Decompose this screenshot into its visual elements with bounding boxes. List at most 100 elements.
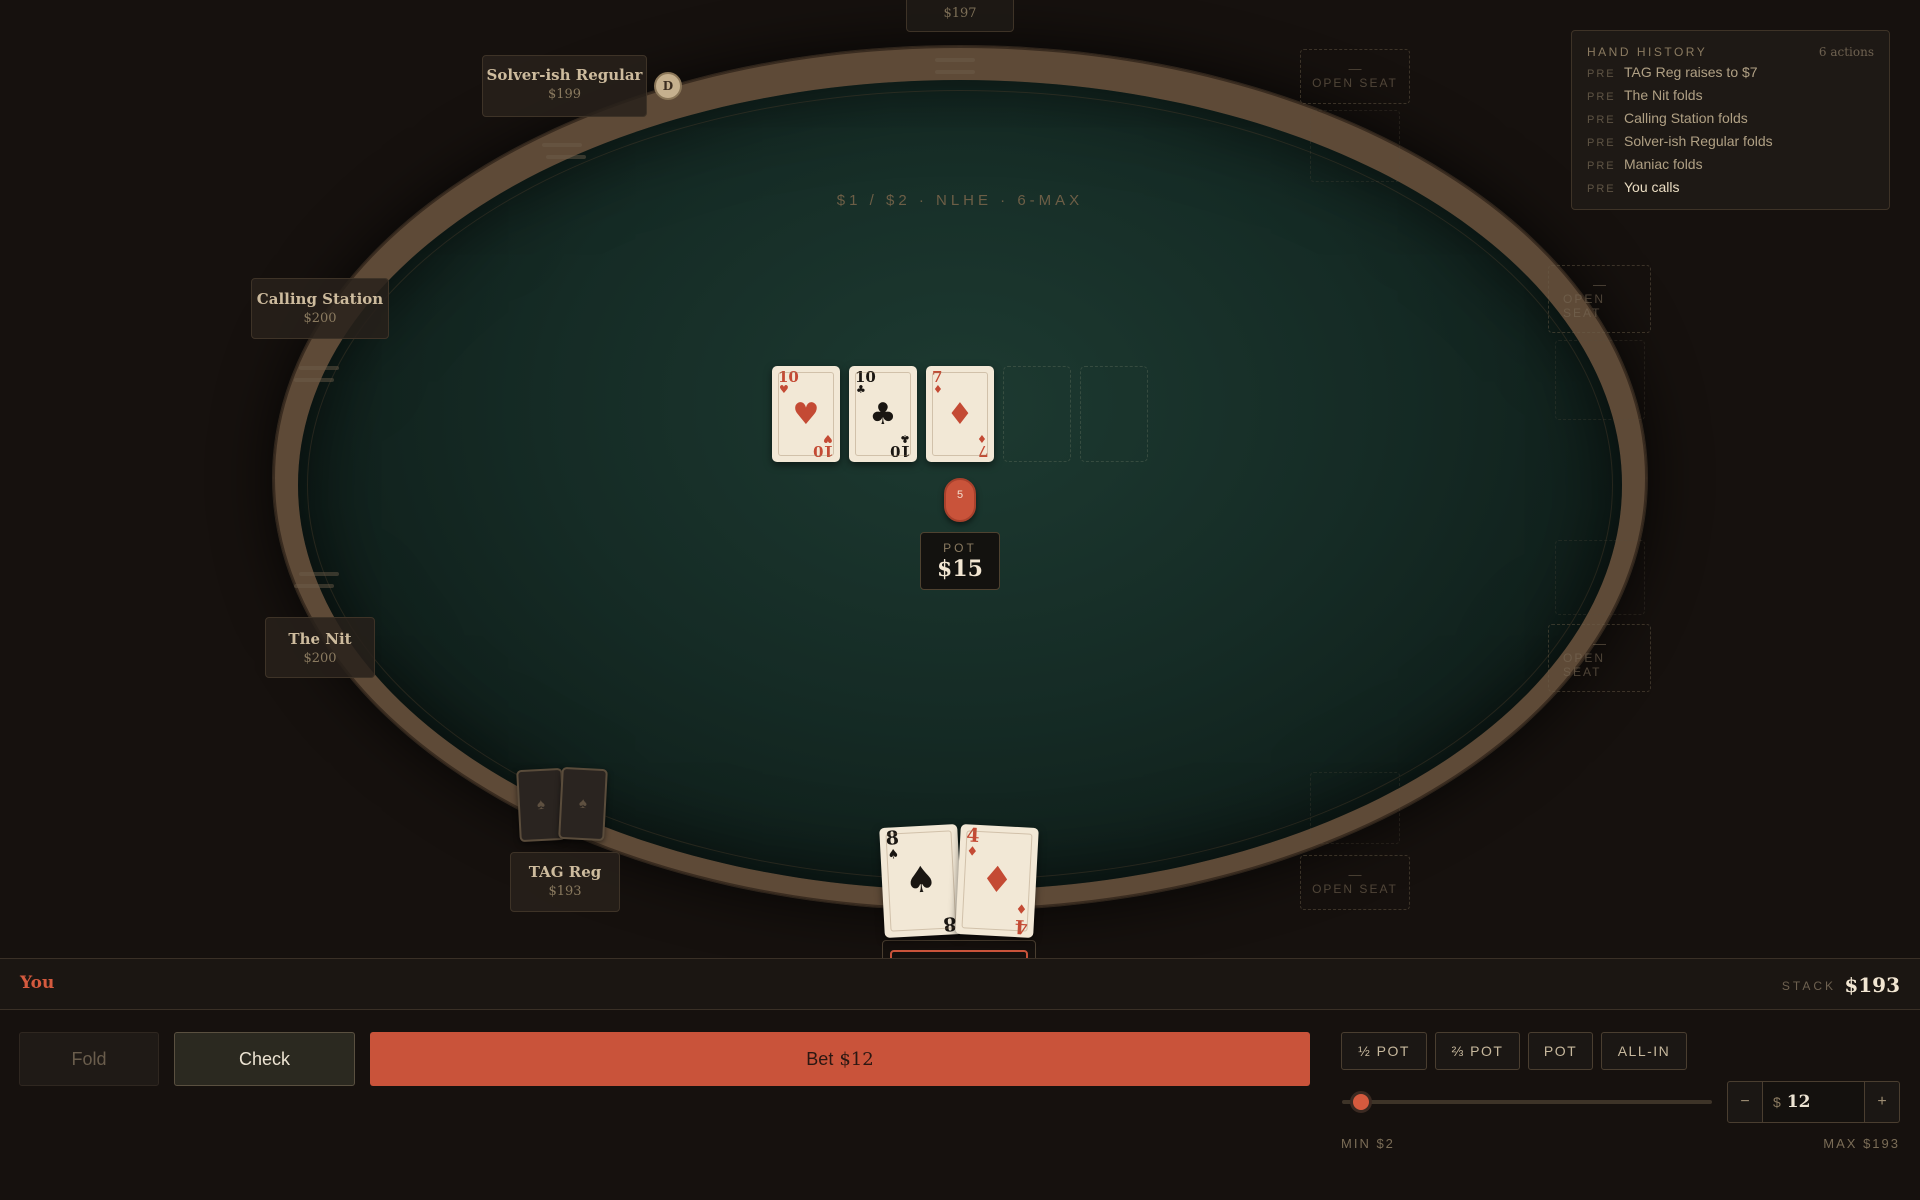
pot-label: POT — [943, 541, 977, 555]
min-bet-label: MIN $2 — [1341, 1136, 1395, 1151]
board-card: 10 ♣ ♣ ♣ 10 — [849, 366, 917, 462]
bet-marker — [299, 572, 339, 576]
seat-the-nit[interactable]: The Nit $200 — [265, 617, 375, 678]
player-stack: $200 — [303, 311, 337, 326]
open-seat-right-upper[interactable]: — OPEN SEAT — [1548, 265, 1651, 333]
hand-history-title: HAND HISTORY — [1587, 45, 1708, 59]
history-text: TAG Reg raises to $7 — [1624, 64, 1758, 80]
community-board: 10 ♥ ♥ ♥ 10 10 ♣ ♣ ♣ 10 7 ♦ ♦ ♦ 7 — [772, 366, 1148, 462]
empty-card-slot — [1080, 366, 1148, 462]
card-rank: 4 — [1013, 914, 1029, 938]
player-stack: $193 — [548, 884, 582, 899]
bet-marker — [299, 366, 339, 370]
board-card: 7 ♦ ♦ ♦ 7 — [926, 366, 994, 462]
player-name: Calling Station — [256, 290, 384, 308]
heart-icon: ♥ — [823, 432, 833, 445]
bet-amount-stepper: − $ + — [1727, 1081, 1900, 1123]
bet-marker — [542, 143, 582, 147]
seat-placeholder — [1555, 340, 1645, 420]
club-icon: ♣ — [856, 383, 866, 396]
history-street: PRE — [1587, 160, 1616, 172]
history-row: PRE Maniac folds — [1587, 156, 1874, 174]
diamond-icon: ♦ — [977, 432, 987, 445]
pot-amount: $15 — [937, 556, 983, 582]
history-street: PRE — [1587, 183, 1616, 195]
all-in-button[interactable]: ALL-IN — [1601, 1032, 1687, 1070]
history-street: PRE — [1587, 91, 1616, 103]
open-seat-dash: — — [1348, 867, 1362, 882]
bet-marker — [546, 155, 586, 159]
bet-amount: $12 — [839, 1049, 874, 1070]
bet-button[interactable]: Bet $12 — [370, 1032, 1310, 1086]
bet-label: Bet — [806, 1049, 834, 1069]
hero-name: You — [20, 973, 55, 993]
history-text: You calls — [1624, 179, 1680, 195]
open-seat-label: SEAT — [1563, 306, 1602, 320]
open-seat-label: OPEN SEAT — [1312, 882, 1398, 896]
heart-icon: ♥ — [792, 397, 820, 432]
board-card: 10 ♥ ♥ ♥ 10 — [772, 366, 840, 462]
heart-icon: ♥ — [779, 383, 789, 396]
history-row: PRE The Nit folds — [1587, 87, 1874, 105]
pot-button[interactable]: POT — [1528, 1032, 1593, 1070]
check-button[interactable]: Check — [174, 1032, 355, 1086]
open-seat-top-right[interactable]: — OPEN SEAT — [1300, 49, 1410, 104]
card-rank: 4 — [965, 824, 981, 848]
history-row: PRE Solver-ish Regular folds — [1587, 133, 1874, 151]
player-stack: $200 — [303, 651, 337, 666]
card-rank: 10 — [890, 442, 911, 460]
seat-placeholder — [1555, 540, 1645, 615]
spade-icon: ♠ — [903, 858, 939, 902]
hero-hole-card: 8 ♠ ♠ 8 — [879, 824, 963, 938]
bet-slider-track[interactable] — [1342, 1100, 1712, 1104]
empty-card-slot — [1003, 366, 1071, 462]
history-street: PRE — [1587, 114, 1616, 126]
diamond-icon: ♦ — [1015, 900, 1029, 916]
open-seat-label: OPEN SEAT — [1312, 76, 1398, 90]
hand-history-panel: HAND HISTORY 6 actions PRE TAG Reg raise… — [1571, 30, 1890, 210]
card-rank: 10 — [855, 368, 876, 386]
history-text: Maniac folds — [1624, 156, 1703, 172]
hero-hole-card: 4 ♦ ♦ ♦ 4 — [955, 824, 1039, 938]
open-seat-dash: — — [1593, 277, 1606, 292]
max-bet-label: MAX $193 — [1823, 1136, 1900, 1151]
diamond-icon: ♦ — [946, 397, 974, 432]
history-row: PRE Calling Station folds — [1587, 110, 1874, 128]
bet-amount-field: $ — [1762, 1082, 1865, 1122]
spade-icon: ♠ — [558, 766, 608, 842]
open-seat-bottom-right[interactable]: — OPEN SEAT — [1300, 855, 1410, 910]
dealer-button: D — [654, 72, 682, 100]
open-seat-dash: — — [1348, 61, 1362, 76]
seat-placeholder — [1310, 772, 1400, 844]
bet-marker — [294, 378, 334, 382]
diamond-icon: ♦ — [933, 383, 943, 396]
seat-solver-regular[interactable]: Solver-ish Regular $199 — [482, 55, 647, 117]
history-row: PRE TAG Reg raises to $7 — [1587, 64, 1874, 82]
open-seat-label: OPEN — [1563, 651, 1606, 665]
half-pot-button[interactable]: ½ POT — [1341, 1032, 1427, 1070]
increase-button[interactable]: + — [1865, 1082, 1899, 1122]
diamond-icon: ♦ — [966, 844, 979, 860]
seat-tag-reg[interactable]: TAG Reg $193 — [510, 852, 620, 912]
card-rank: 10 — [778, 368, 799, 386]
open-seat-label: OPEN — [1563, 292, 1606, 306]
two-thirds-pot-button[interactable]: ⅔ POT — [1435, 1032, 1520, 1070]
open-seat-dash: — — [1593, 636, 1606, 651]
seat-calling-station[interactable]: Calling Station $200 — [251, 278, 389, 339]
history-text: Solver-ish Regular folds — [1624, 133, 1773, 149]
pot-display: POT $15 — [920, 532, 1000, 590]
decrease-button[interactable]: − — [1728, 1082, 1762, 1122]
hero-stack-label: STACK — [1781, 979, 1836, 993]
player-name: Solver-ish Regular — [486, 66, 643, 84]
card-rank: 10 — [813, 442, 834, 460]
open-seat-right-lower[interactable]: — OPEN SEAT — [1548, 624, 1651, 692]
spade-icon: ♠ — [887, 847, 900, 863]
fold-button[interactable]: Fold — [19, 1032, 159, 1086]
history-street: PRE — [1587, 68, 1616, 80]
club-icon: ♣ — [900, 432, 910, 445]
club-icon: ♣ — [869, 397, 897, 432]
bet-amount-input[interactable] — [1786, 1092, 1857, 1112]
hero-info-bar: You STACK $193 — [0, 958, 1920, 1010]
card-rank: 8 — [885, 827, 900, 850]
bet-marker — [294, 584, 334, 588]
